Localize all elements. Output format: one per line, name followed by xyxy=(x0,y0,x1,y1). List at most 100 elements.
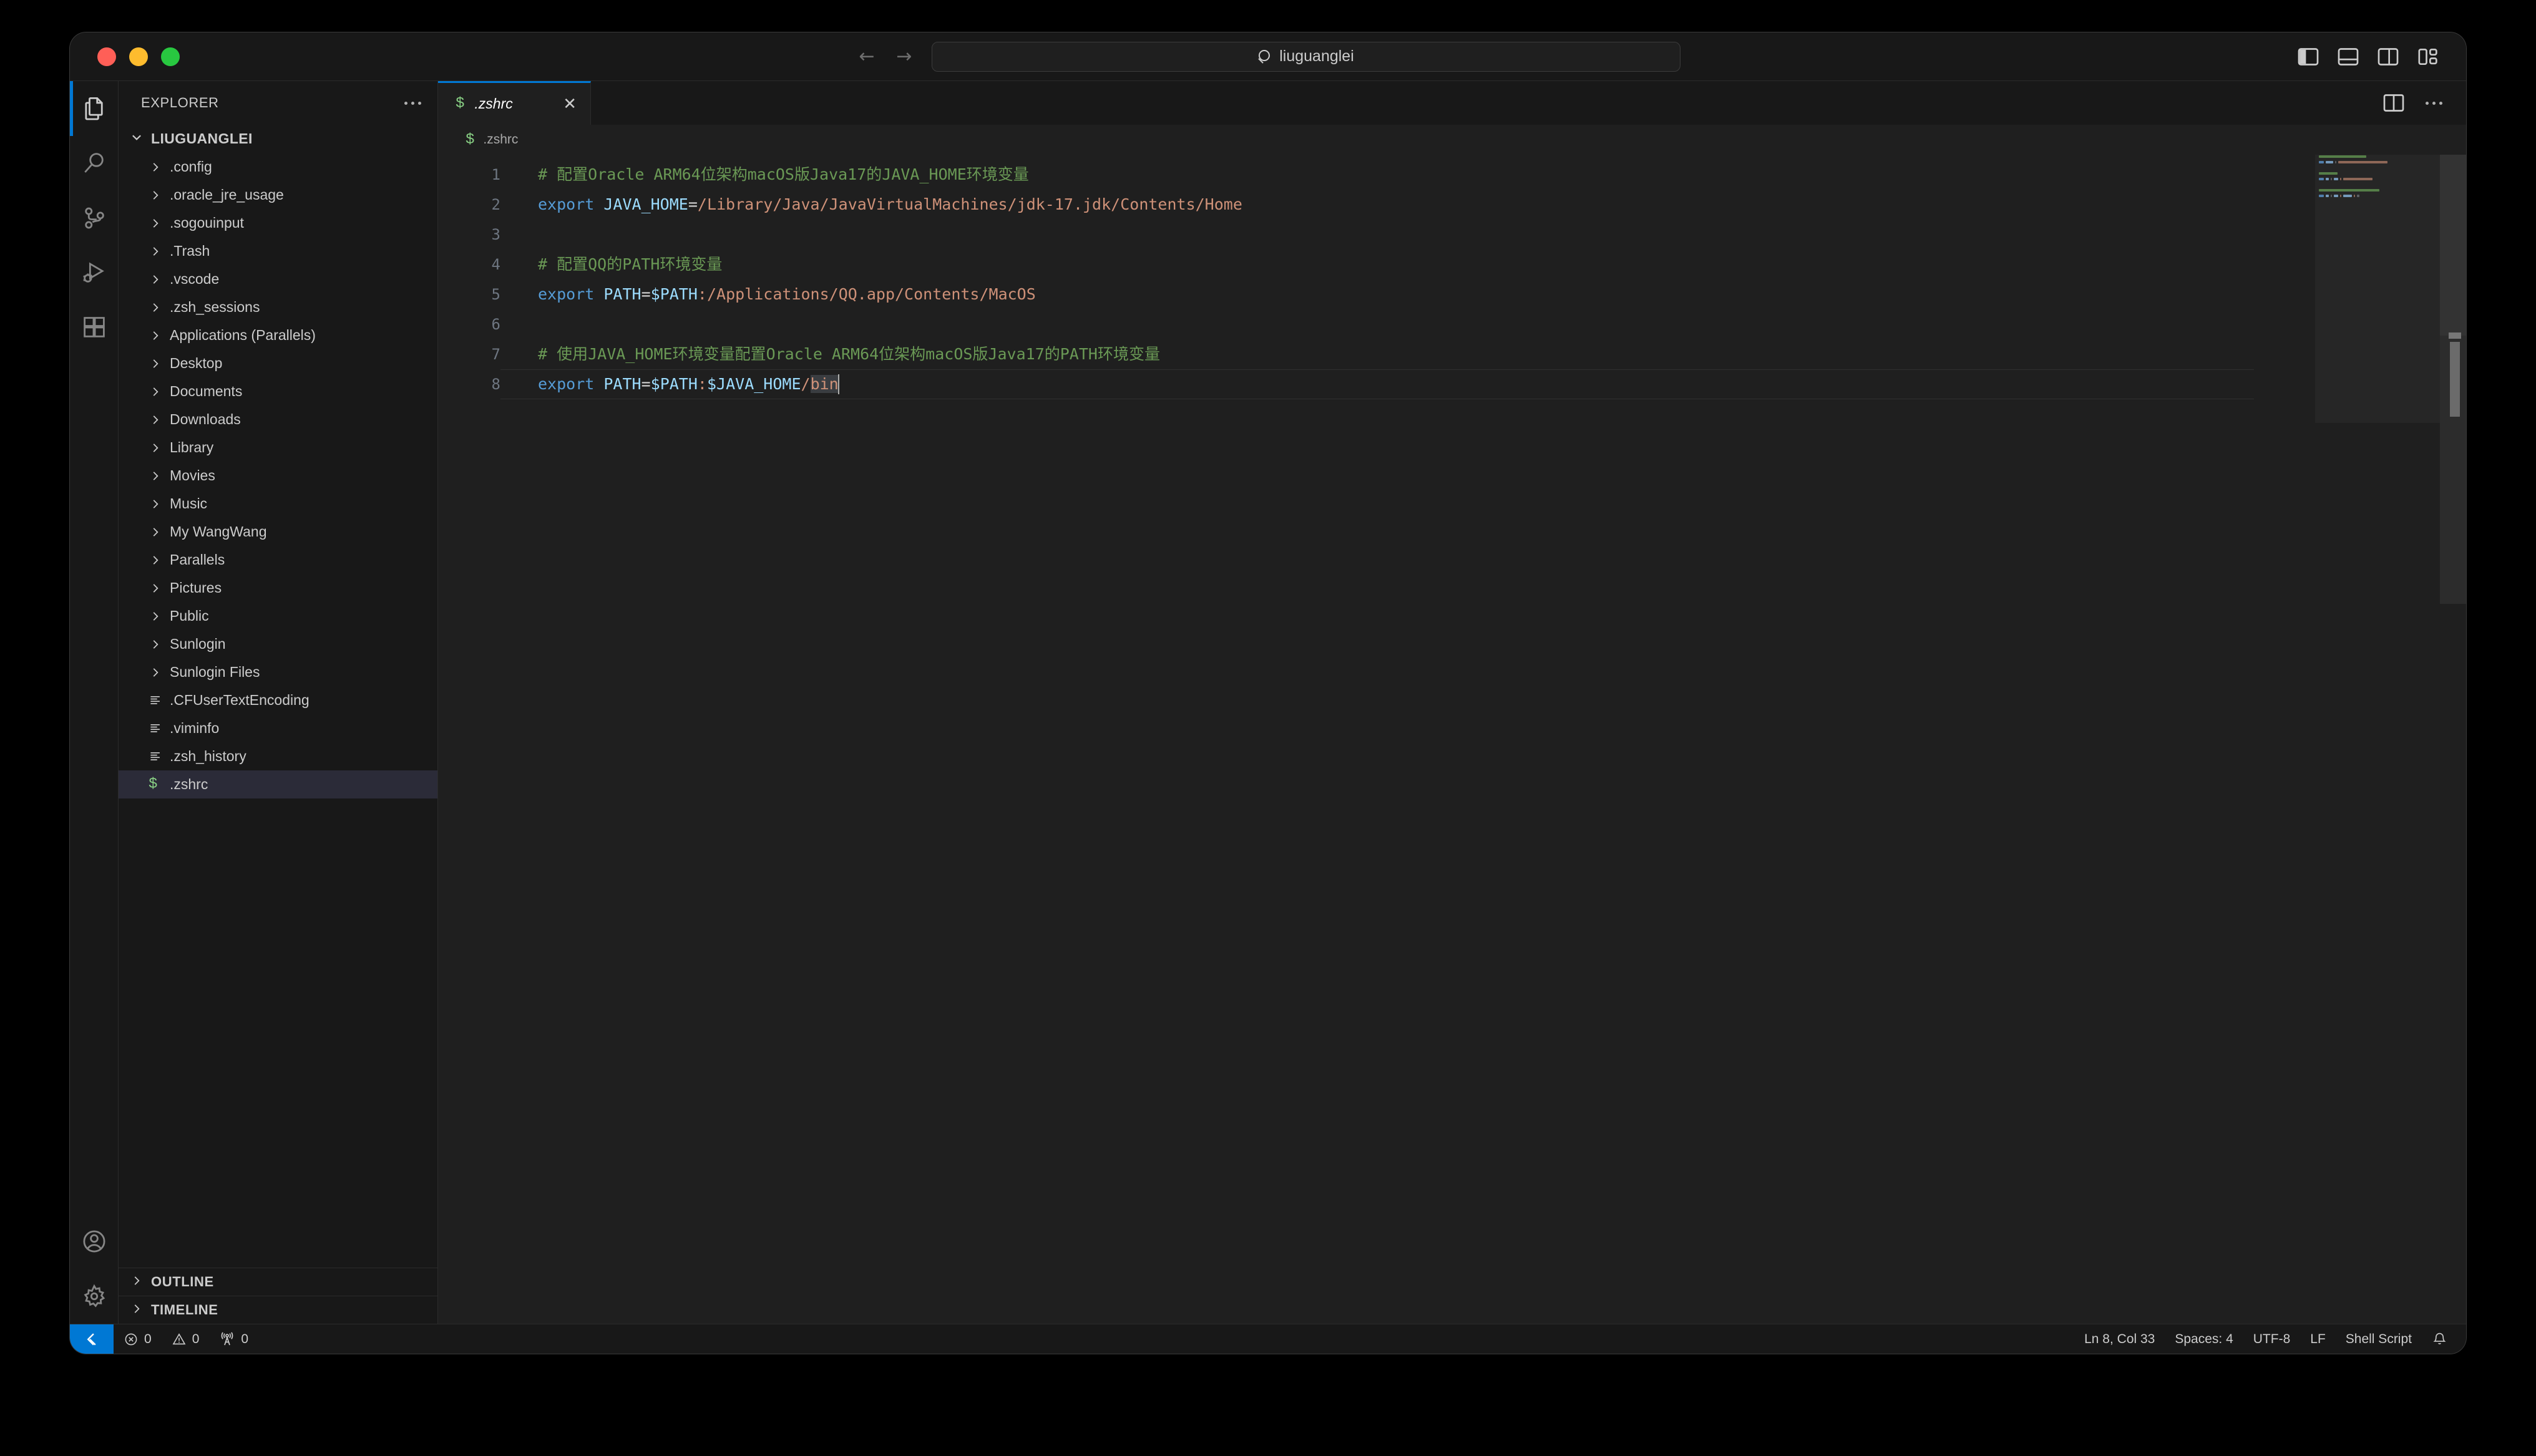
list-item[interactable]: Sunlogin xyxy=(119,630,437,658)
chevron-right-icon[interactable] xyxy=(149,441,170,455)
list-item[interactable]: .zsh_sessions xyxy=(119,293,437,321)
sidebar-item-extensions[interactable] xyxy=(70,301,118,356)
chevron-right-icon[interactable] xyxy=(149,385,170,399)
code-line-content[interactable]: export PATH=$PATH:$JAVA_HOME/bin xyxy=(500,369,2254,399)
customize-layout-icon[interactable] xyxy=(2417,47,2439,66)
status-badge-errors[interactable]: 0 xyxy=(114,1324,162,1354)
chevron-right-icon[interactable] xyxy=(149,609,170,623)
file-tree[interactable]: .config .oracle_jre_usage .sogouinput .Tras… xyxy=(119,153,437,1268)
chevron-right-icon[interactable] xyxy=(149,273,170,286)
code-line-content[interactable]: # 配置Oracle ARM64位架构macOS版Java17的JAVA_HOM… xyxy=(500,160,2254,190)
scrollbar-thumb[interactable] xyxy=(2450,342,2460,417)
list-item[interactable]: .viminfo xyxy=(119,714,437,742)
code-line-content[interactable]: export PATH=$PATH:/Applications/QQ.app/C… xyxy=(500,279,2254,309)
go-forward-icon[interactable]: → xyxy=(893,46,915,68)
explorer-root-folder[interactable]: LIUGUANGLEI xyxy=(119,125,437,153)
code-lines[interactable]: 1 # 配置Oracle ARM64位架构macOS版Java17的JAVA_HO… xyxy=(438,160,2466,399)
code-line[interactable]: 6 xyxy=(438,309,2466,339)
close-window-button[interactable] xyxy=(97,47,116,66)
code-line[interactable]: 7 # 使用JAVA_HOME环境变量配置Oracle ARM64位架构macOS… xyxy=(438,339,2466,369)
chevron-right-icon[interactable] xyxy=(149,525,170,539)
code-line-content[interactable] xyxy=(500,220,2254,250)
status-badge-warnings[interactable]: 0 xyxy=(162,1324,210,1354)
chevron-right-icon[interactable] xyxy=(149,666,170,679)
list-item[interactable]: Sunlogin Files xyxy=(119,658,437,686)
chevron-right-icon[interactable] xyxy=(149,497,170,511)
list-item[interactable]: Pictures xyxy=(119,574,437,602)
close-icon[interactable]: ✕ xyxy=(563,96,577,112)
chevron-right-icon[interactable] xyxy=(149,553,170,567)
tab-zshrc[interactable]: $ .zshrc ✕ xyxy=(438,81,591,125)
list-item[interactable]: .zsh_history xyxy=(119,742,437,770)
code-line-content[interactable]: # 配置QQ的PATH环境变量 xyxy=(500,250,2254,279)
maximize-window-button[interactable] xyxy=(161,47,180,66)
list-item[interactable]: Desktop xyxy=(119,349,437,377)
more-actions-icon[interactable] xyxy=(2426,101,2442,105)
chevron-right-icon[interactable] xyxy=(149,469,170,483)
chevron-right-icon[interactable] xyxy=(149,413,170,427)
chevron-right-icon[interactable] xyxy=(149,301,170,314)
split-editor-icon[interactable] xyxy=(2383,94,2404,112)
chevron-right-icon[interactable] xyxy=(149,581,170,595)
sidebar-item-run-and-debug[interactable] xyxy=(70,246,118,301)
list-item[interactable]: .oracle_jre_usage xyxy=(119,181,437,209)
list-item[interactable]: Public xyxy=(119,602,437,630)
code-line-content[interactable] xyxy=(500,309,2254,339)
toggle-panel-icon[interactable] xyxy=(2338,47,2359,66)
remote-window-button[interactable] xyxy=(70,1324,114,1354)
toggle-secondary-sidebar-icon[interactable] xyxy=(2378,47,2399,66)
list-item[interactable]: Movies xyxy=(119,462,437,490)
editor-language[interactable]: Shell Script xyxy=(2336,1324,2422,1354)
sidebar-item-explorer[interactable] xyxy=(70,81,118,136)
list-item[interactable]: Applications (Parallels) xyxy=(119,321,437,349)
list-item[interactable]: .sogouinput xyxy=(119,209,437,237)
editor-encoding[interactable]: UTF-8 xyxy=(2243,1324,2301,1354)
toggle-primary-sidebar-icon[interactable] xyxy=(2298,47,2319,66)
notifications-button[interactable] xyxy=(2422,1324,2457,1354)
editor-position[interactable]: Ln 8, Col 33 xyxy=(2074,1324,2165,1354)
list-item[interactable]: Downloads xyxy=(119,405,437,434)
code-line[interactable]: 2 export JAVA_HOME=/Library/Java/JavaVirt… xyxy=(438,190,2466,220)
list-item[interactable]: .CFUserTextEncoding xyxy=(119,686,437,714)
chevron-right-icon[interactable] xyxy=(149,188,170,202)
code-line[interactable]: 3 xyxy=(438,220,2466,250)
chevron-right-icon[interactable] xyxy=(149,245,170,258)
list-item[interactable]: Library xyxy=(119,434,437,462)
code-line-content[interactable]: # 使用JAVA_HOME环境变量配置Oracle ARM64位架构macOS版… xyxy=(500,339,2254,369)
manage-settings-button[interactable] xyxy=(70,1269,118,1324)
code-line[interactable]: 1 # 配置Oracle ARM64位架构macOS版Java17的JAVA_HO… xyxy=(438,160,2466,190)
sidebar-section-timeline[interactable]: TIMELINE xyxy=(119,1296,437,1324)
editor-indentation[interactable]: Spaces: 4 xyxy=(2165,1324,2243,1354)
sidebar-item-source-control[interactable] xyxy=(70,191,118,246)
code-line[interactable]: 5 export PATH=$PATH:/Applications/QQ.app/… xyxy=(438,279,2466,309)
chevron-right-icon[interactable] xyxy=(149,357,170,371)
code-line-content[interactable]: export JAVA_HOME=/Library/Java/JavaVirtu… xyxy=(500,190,2254,220)
list-item[interactable]: My WangWang xyxy=(119,518,437,546)
go-back-icon[interactable]: ← xyxy=(856,46,878,68)
code-editor[interactable]: 1 # 配置Oracle ARM64位架构macOS版Java17的JAVA_HO… xyxy=(438,155,2466,1324)
minimap-slider[interactable] xyxy=(2315,155,2440,423)
code-line[interactable]: 4 # 配置QQ的PATH环境变量 xyxy=(438,250,2466,279)
list-item[interactable]: .vscode xyxy=(119,265,437,293)
sidebar-section-outline[interactable]: OUTLINE xyxy=(119,1268,437,1296)
minimize-window-button[interactable] xyxy=(129,47,148,66)
list-item[interactable]: .Trash xyxy=(119,237,437,265)
editor-eol[interactable]: LF xyxy=(2300,1324,2336,1354)
breadcrumb[interactable]: $ .zshrc xyxy=(438,125,2466,155)
list-item[interactable]: $ .zshrc xyxy=(119,770,437,798)
list-item[interactable]: Music xyxy=(119,490,437,518)
list-item[interactable]: Parallels xyxy=(119,546,437,574)
sidebar-item-search[interactable] xyxy=(70,136,118,191)
list-item[interactable]: .config xyxy=(119,153,437,181)
list-item[interactable]: Documents xyxy=(119,377,437,405)
accounts-button[interactable] xyxy=(70,1214,118,1269)
chevron-right-icon[interactable] xyxy=(149,216,170,230)
chevron-right-icon[interactable] xyxy=(149,329,170,342)
editor-scrollbar[interactable] xyxy=(2440,155,2466,1324)
chevron-right-icon[interactable] xyxy=(149,160,170,174)
code-line[interactable]: 8 export PATH=$PATH:$JAVA_HOME/bin xyxy=(438,369,2466,399)
ellipsis-icon[interactable] xyxy=(404,101,421,105)
chevron-right-icon[interactable] xyxy=(149,638,170,651)
command-center[interactable]: liuguanglei xyxy=(932,41,1680,72)
status-badge-ports[interactable]: 0 xyxy=(209,1324,258,1354)
